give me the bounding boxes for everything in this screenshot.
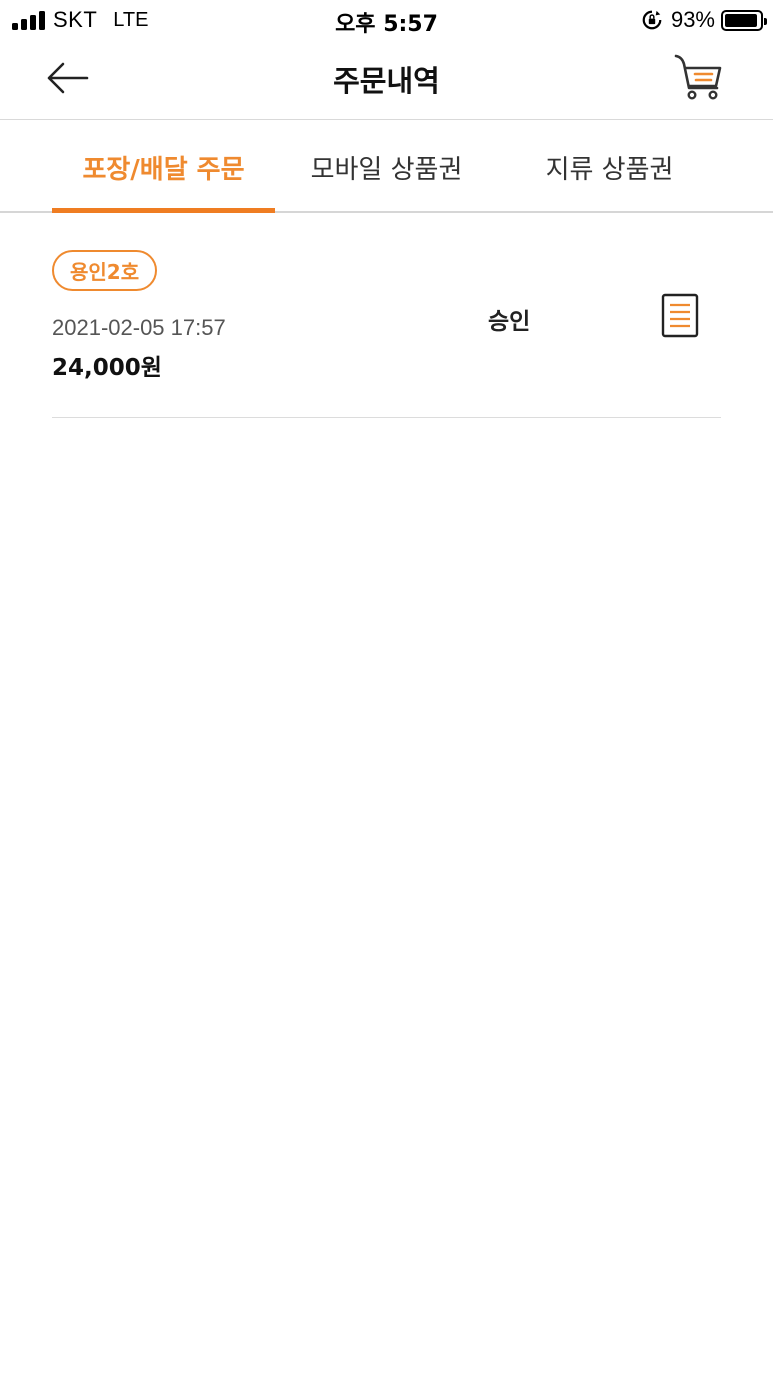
order-date: 2021-02-05 17:57: [52, 315, 226, 340]
battery-fill: [725, 13, 757, 27]
store-badge: 용인2호: [52, 250, 158, 291]
receipt-button[interactable]: [660, 292, 700, 340]
tab-paper-voucher[interactable]: 지류 상품권: [498, 121, 721, 213]
status-bar: SKT LTE 오후 5:57 93%: [0, 0, 773, 40]
page-title: 주문내역: [333, 64, 440, 98]
order-amount: 24,000원: [52, 355, 162, 381]
tab-mobile-voucher[interactable]: 모바일 상품권: [275, 121, 498, 213]
order-list-item[interactable]: 용인2호 2021-02-05 17:57 24,000원 승인: [52, 214, 721, 418]
order-type-tabs: 포장/배달 주문 모바일 상품권 지류 상품권: [0, 121, 773, 213]
battery-icon: [721, 9, 767, 31]
status-right: 93%: [641, 6, 767, 34]
cart-icon: [674, 54, 722, 100]
orientation-lock-icon: [642, 10, 662, 30]
receipt-icon: [661, 293, 699, 338]
app-header: 주문내역: [0, 40, 773, 120]
active-tab-indicator: [52, 208, 275, 213]
tab-pickup-delivery[interactable]: 포장/배달 주문: [52, 121, 275, 213]
order-status: 승인: [488, 309, 531, 335]
cart-button[interactable]: [668, 52, 728, 104]
battery-percent: 93%: [670, 7, 715, 32]
